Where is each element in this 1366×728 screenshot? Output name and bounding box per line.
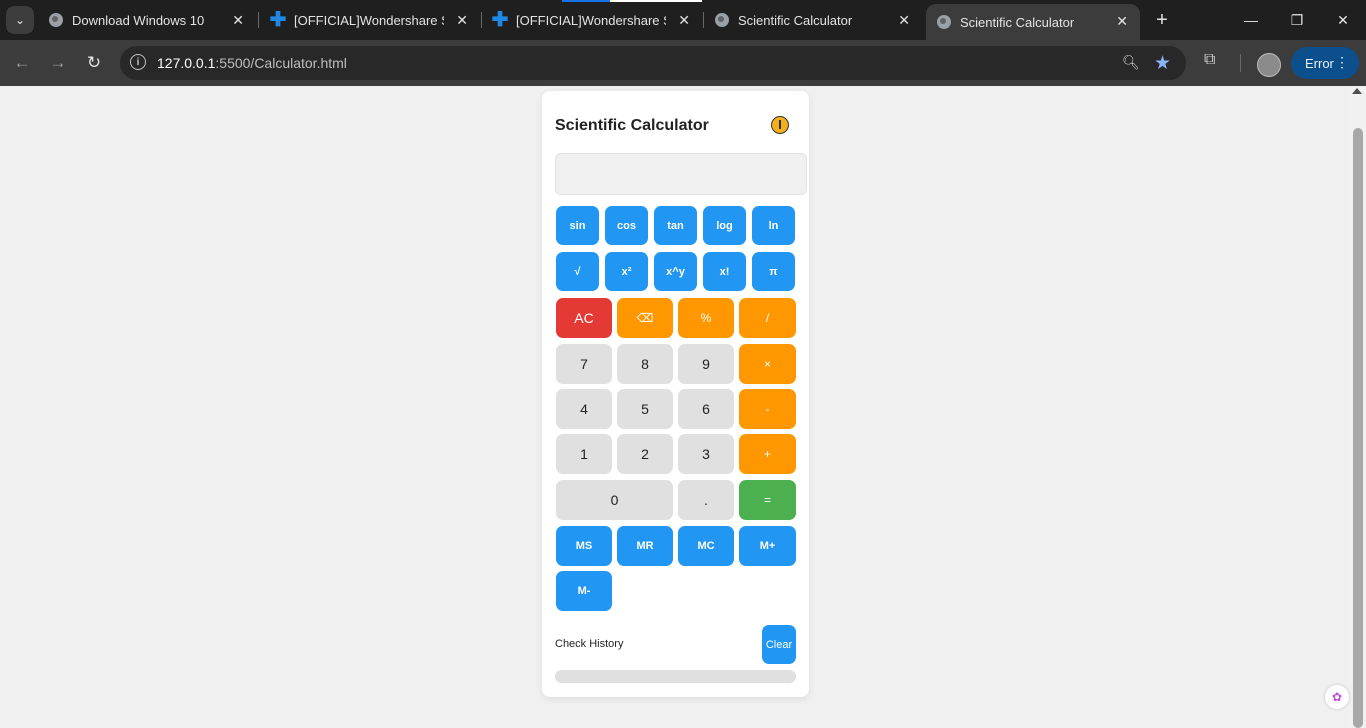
clear-history-button[interactable]: Clear	[762, 625, 796, 664]
browser-toolbar: ← → ↻ i 127.0.0.1:5500/Calculator.html 🔍…	[0, 40, 1366, 86]
digit-1-button[interactable]: 1	[556, 434, 612, 474]
scroll-thumb[interactable]	[1353, 128, 1363, 728]
sin-button[interactable]: sin	[556, 206, 599, 245]
close-tab-icon[interactable]: ✕	[678, 12, 690, 29]
minimize-icon[interactable]: —	[1228, 0, 1274, 40]
divide-button[interactable]: /	[739, 298, 796, 338]
globe-icon	[714, 12, 730, 28]
globe-icon	[936, 14, 952, 30]
tan-button[interactable]: tan	[654, 206, 697, 245]
calculator-title: Scientific Calculator	[555, 117, 709, 134]
factorial-button[interactable]: x!	[703, 252, 746, 291]
digit-7-button[interactable]: 7	[556, 344, 612, 384]
tab-bar: ⌄ Download Windows 10 ✕ ✚ [OFFICIAL]Wond…	[0, 0, 1366, 40]
restore-icon[interactable]: ❐	[1274, 0, 1320, 40]
power-button[interactable]: x^y	[654, 252, 697, 291]
scroll-up-arrow-icon[interactable]	[1352, 88, 1362, 94]
tab-separator	[258, 12, 259, 28]
site-info-icon[interactable]: i	[130, 54, 146, 70]
calculator-display[interactable]	[555, 153, 807, 195]
backspace-button[interactable]: ⌫	[617, 298, 673, 338]
history-list	[555, 670, 796, 683]
bookmark-star-icon[interactable]: ★	[1154, 52, 1171, 75]
address-bar[interactable]: i 127.0.0.1:5500/Calculator.html 🔍︎ ★	[120, 46, 1186, 80]
digit-2-button[interactable]: 2	[617, 434, 673, 474]
memory-add-button[interactable]: M+	[739, 526, 796, 566]
digit-3-button[interactable]: 3	[678, 434, 734, 474]
percent-button[interactable]: %	[678, 298, 734, 338]
add-button[interactable]: +	[739, 434, 796, 474]
equals-button[interactable]: =	[739, 480, 796, 520]
sqrt-button[interactable]: √	[556, 252, 599, 291]
wondershare-icon: ✚	[269, 9, 287, 31]
square-button[interactable]: x²	[605, 252, 648, 291]
digit-9-button[interactable]: 9	[678, 344, 734, 384]
memory-store-button[interactable]: MS	[556, 526, 612, 566]
new-tab-button[interactable]: +	[1150, 8, 1174, 32]
close-tab-icon[interactable]: ✕	[232, 12, 244, 29]
theme-toggle-icon[interactable]	[771, 116, 789, 134]
log-button[interactable]: log	[703, 206, 746, 245]
tab-scientific-calculator-active[interactable]: Scientific Calculator ✕	[926, 4, 1140, 40]
profile-avatar[interactable]	[1257, 53, 1281, 77]
tab-wondershare-2[interactable]: ✚ [OFFICIAL]Wondershare Soft ✕	[482, 0, 702, 40]
close-window-icon[interactable]: ✕	[1320, 0, 1366, 40]
digit-5-button[interactable]: 5	[617, 389, 673, 429]
multiply-button[interactable]: ×	[739, 344, 796, 384]
digit-6-button[interactable]: 6	[678, 389, 734, 429]
cos-button[interactable]: cos	[605, 206, 648, 245]
toolbar-divider	[1240, 54, 1241, 72]
digit-0-button[interactable]: 0	[556, 480, 673, 520]
close-tab-icon[interactable]: ✕	[456, 12, 468, 29]
globe-icon	[48, 12, 64, 28]
tab-wondershare-1[interactable]: ✚ [OFFICIAL]Wondershare Soft ✕	[260, 0, 480, 40]
forward-arrow-icon[interactable]: →	[46, 51, 70, 75]
memory-recall-button[interactable]: MR	[617, 526, 673, 566]
url-text[interactable]: 127.0.0.1:5500/Calculator.html	[157, 55, 347, 71]
memory-subtract-button[interactable]: M-	[556, 571, 612, 611]
calculator-card: Scientific Calculator sin cos tan log ln…	[542, 91, 809, 697]
menu-dots-icon: ⋮	[1335, 54, 1349, 70]
zoom-icon[interactable]: 🔍︎	[1122, 54, 1140, 72]
decimal-button[interactable]: .	[678, 480, 734, 520]
assistant-extension-icon[interactable]: ✿	[1325, 685, 1349, 709]
extensions-icon[interactable]: ⧉	[1204, 51, 1224, 71]
close-tab-icon[interactable]: ✕	[1116, 13, 1128, 30]
reload-icon[interactable]: ↻	[82, 51, 106, 75]
history-label[interactable]: Check History	[555, 638, 623, 650]
tab-scientific-calculator[interactable]: Scientific Calculator ✕	[704, 0, 922, 40]
wondershare-icon: ✚	[491, 9, 509, 31]
digit-8-button[interactable]: 8	[617, 344, 673, 384]
all-clear-button[interactable]: AC	[556, 298, 612, 338]
tab-search-button[interactable]: ⌄	[6, 6, 34, 34]
pi-button[interactable]: π	[752, 252, 795, 291]
ln-button[interactable]: ln	[752, 206, 795, 245]
subtract-button[interactable]: -	[739, 389, 796, 429]
close-tab-icon[interactable]: ✕	[898, 12, 910, 29]
back-arrow-icon[interactable]: ←	[10, 51, 34, 75]
error-button[interactable]: Error ⋮	[1291, 47, 1359, 79]
memory-clear-button[interactable]: MC	[678, 526, 734, 566]
digit-4-button[interactable]: 4	[556, 389, 612, 429]
tab-download-windows[interactable]: Download Windows 10 ✕	[38, 0, 256, 40]
